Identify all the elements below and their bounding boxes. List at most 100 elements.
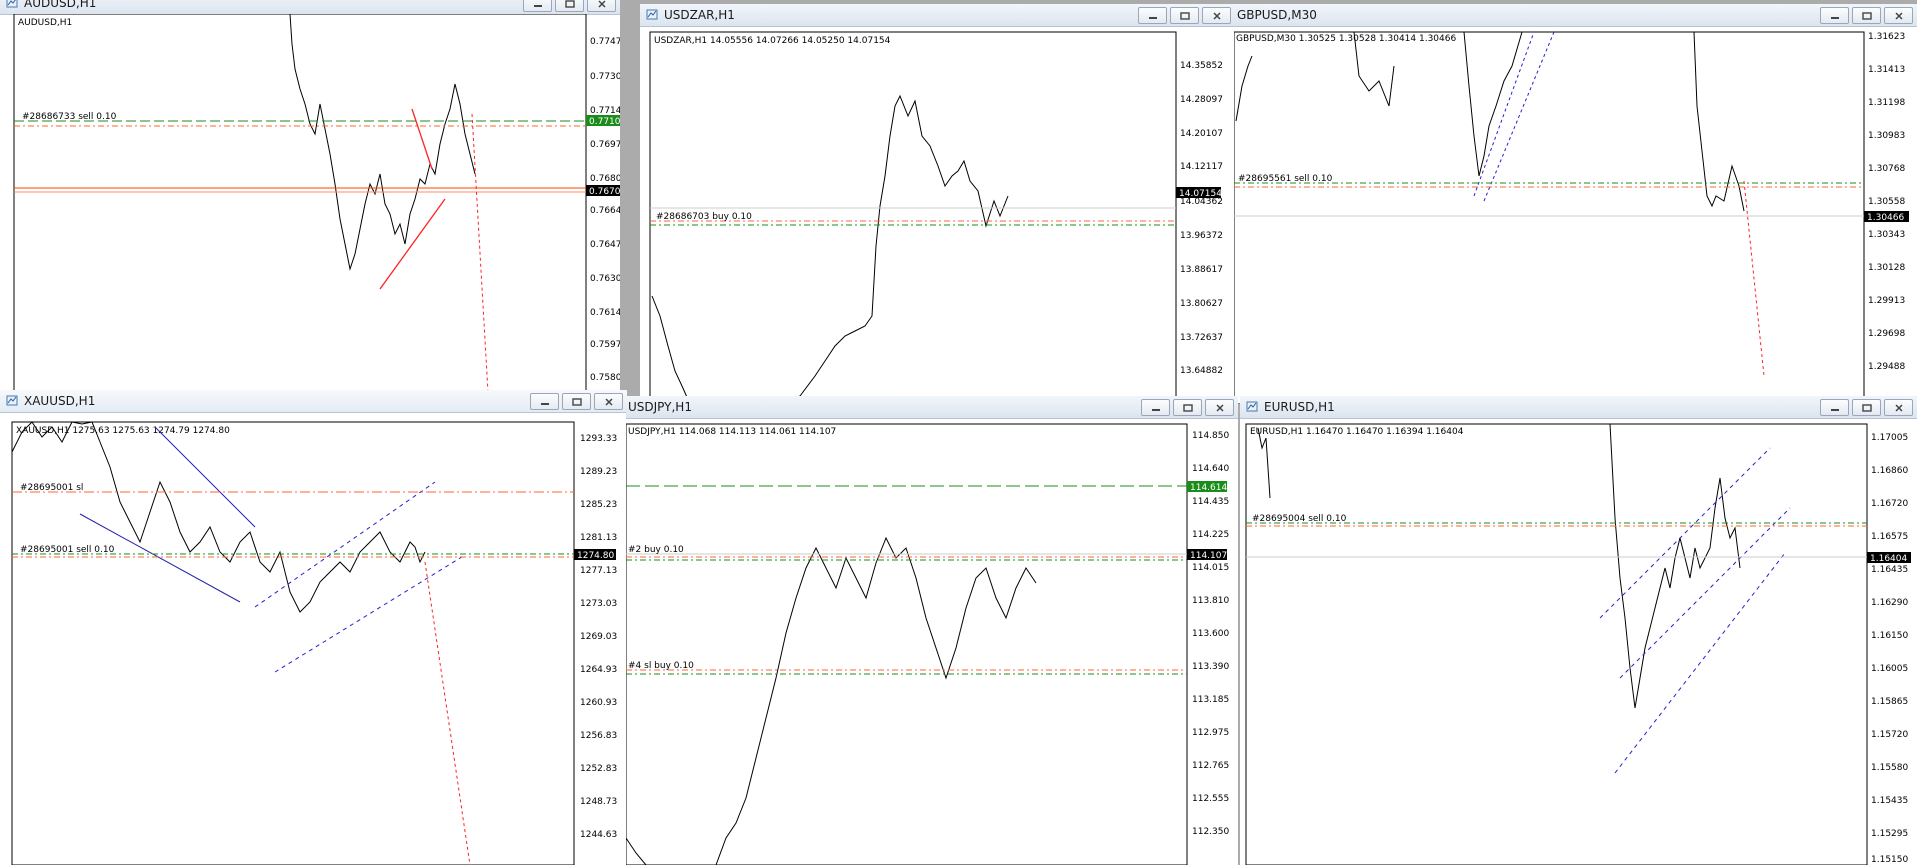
maximize-icon [564,0,575,8]
price-scale: 1.31623 1.31413 1.31198 1.30983 1.30768 … [1868,32,1905,372]
svg-text:1.29488: 1.29488 [1868,362,1905,372]
chart-window-gbpusd[interactable]: GBPUSD,M30 GBPUSD,M30 1.30525 1.30528 1.… [1234,4,1917,404]
svg-text:0.76140: 0.76140 [590,308,620,318]
title-bar[interactable]: GBPUSD,M30 [1234,4,1917,27]
close-button[interactable] [1884,7,1913,24]
svg-text:0.76470: 0.76470 [590,240,620,250]
svg-text:1.16290: 1.16290 [1871,598,1908,608]
svg-text:1281.13: 1281.13 [580,533,617,543]
svg-text:1.16150: 1.16150 [1871,631,1908,641]
svg-text:112.350: 112.350 [1192,827,1229,837]
maximize-button[interactable] [1173,399,1202,416]
minimize-icon [540,402,549,405]
title-bar[interactable]: USDZAR,H1 [640,4,1235,27]
svg-text:1.16435: 1.16435 [1871,565,1908,575]
close-button[interactable] [1202,7,1231,24]
svg-text:0.76975: 0.76975 [590,140,620,150]
minimize-button[interactable] [1141,399,1170,416]
minimize-button[interactable] [1138,7,1167,24]
svg-text:113.390: 113.390 [1192,662,1229,672]
maximize-icon [571,397,582,406]
svg-text:1273.03: 1273.03 [580,599,617,609]
svg-text:1.16860: 1.16860 [1871,466,1908,476]
window-title: GBPUSD,M30 [1237,8,1317,22]
maximize-button[interactable] [1852,399,1881,416]
title-bar[interactable]: EURUSD,H1 [1240,396,1917,419]
chart-window-xauusd[interactable]: XAUUSD,H1 XAUUSD,H1 1275.63 1275.63 1274… [0,390,627,865]
window-title: EURUSD,H1 [1264,400,1335,414]
maximize-button[interactable] [562,393,591,410]
price-badge-text: 0.77107 [589,117,620,127]
svg-text:0.76305: 0.76305 [590,274,620,284]
title-bar[interactable]: XAUUSD,H1 [0,390,627,413]
chart-window-usdjpy[interactable]: USDJPY,H1 USDJPY,H1 114.068 114.113 114.… [626,396,1238,865]
svg-text:114.225: 114.225 [1192,530,1229,540]
svg-text:1.31623: 1.31623 [1868,32,1905,42]
svg-text:1248.73: 1248.73 [580,797,617,807]
minimize-button[interactable] [1820,7,1849,24]
svg-text:1244.63: 1244.63 [580,830,617,840]
svg-text:13.80627: 13.80627 [1180,299,1223,309]
svg-text:1252.83: 1252.83 [580,764,617,774]
order-label-sl: #28695001 sl [20,483,83,493]
close-icon [1215,403,1224,412]
price-badge-text: 1.16404 [1870,554,1907,564]
svg-text:1.30558: 1.30558 [1868,197,1905,207]
price-badge-text: 1.30466 [1867,213,1904,223]
price-badge-text: 14.07154 [1179,189,1222,199]
svg-text:1.17005: 1.17005 [1871,433,1908,443]
close-button[interactable] [594,393,623,410]
price-chart[interactable]: XAUUSD,H1 1275.63 1275.63 1274.79 1274.8… [0,412,627,865]
minimize-button[interactable] [1820,399,1849,416]
svg-text:1264.93: 1264.93 [580,665,617,675]
title-bar[interactable]: USDJPY,H1 [626,396,1238,419]
price-badge-text: 114.107 [1190,551,1227,561]
minimize-icon [1151,408,1160,411]
svg-text:1.16575: 1.16575 [1871,532,1908,542]
close-button[interactable] [1884,399,1913,416]
price-chart[interactable]: EURUSD,H1 1.16470 1.16470 1.16394 1.1640… [1240,418,1917,865]
title-bar[interactable]: AUDUSD,H1 [0,0,620,15]
svg-text:14.28097: 14.28097 [1180,95,1223,105]
close-button[interactable] [587,0,616,12]
maximize-button[interactable] [1852,7,1881,24]
chart-window-eurusd[interactable]: EURUSD,H1 EURUSD,H1 1.16470 1.16470 1.16… [1240,396,1917,865]
svg-text:1.15580: 1.15580 [1871,763,1908,773]
chart-window-usdzar[interactable]: USDZAR,H1 USDZAR,H1 14.05556 14.07266 14… [640,4,1235,404]
minimize-button[interactable] [523,0,552,12]
svg-text:1.15295: 1.15295 [1871,829,1908,839]
svg-text:114.850: 114.850 [1192,431,1229,441]
maximize-button[interactable] [1170,7,1199,24]
minimize-icon [1830,408,1839,411]
svg-text:1.31198: 1.31198 [1868,98,1905,108]
price-chart[interactable]: GBPUSD,M30 1.30525 1.30528 1.30414 1.304… [1234,26,1917,404]
chart-window-audusd[interactable]: AUDUSD,H1 AUDUSD,H1 #28686733 sell 0.10 … [0,0,620,392]
svg-text:112.765: 112.765 [1192,761,1229,771]
svg-text:1260.93: 1260.93 [580,698,617,708]
minimize-button[interactable] [530,393,559,410]
order-label: #28695001 sell 0.10 [20,545,115,555]
svg-text:1256.83: 1256.83 [580,731,617,741]
order-label: #28686733 sell 0.10 [22,112,117,122]
svg-text:113.810: 113.810 [1192,596,1229,606]
svg-text:1289.23: 1289.23 [580,467,617,477]
svg-text:113.600: 113.600 [1192,629,1229,639]
maximize-icon [1179,11,1190,20]
chart-window-icon [646,9,658,20]
svg-text:112.555: 112.555 [1192,794,1229,804]
close-button[interactable] [1205,399,1234,416]
svg-text:1.31413: 1.31413 [1868,65,1905,75]
svg-text:1269.03: 1269.03 [580,632,617,642]
svg-text:0.75805: 0.75805 [590,373,620,383]
svg-text:1.30343: 1.30343 [1868,230,1905,240]
maximize-button[interactable] [555,0,584,12]
svg-text:1277.13: 1277.13 [580,566,617,576]
svg-text:1.30983: 1.30983 [1868,131,1905,141]
svg-text:1.30128: 1.30128 [1868,263,1905,273]
price-chart[interactable]: USDZAR,H1 14.05556 14.07266 14.05250 14.… [640,26,1235,404]
svg-text:1.15865: 1.15865 [1871,697,1908,707]
price-chart[interactable]: USDJPY,H1 114.068 114.113 114.061 114.10… [626,418,1238,865]
price-chart[interactable]: AUDUSD,H1 #28686733 sell 0.10 0.77475 0.… [0,14,620,392]
svg-text:1.29698: 1.29698 [1868,329,1905,339]
svg-text:0.76805: 0.76805 [590,174,620,184]
